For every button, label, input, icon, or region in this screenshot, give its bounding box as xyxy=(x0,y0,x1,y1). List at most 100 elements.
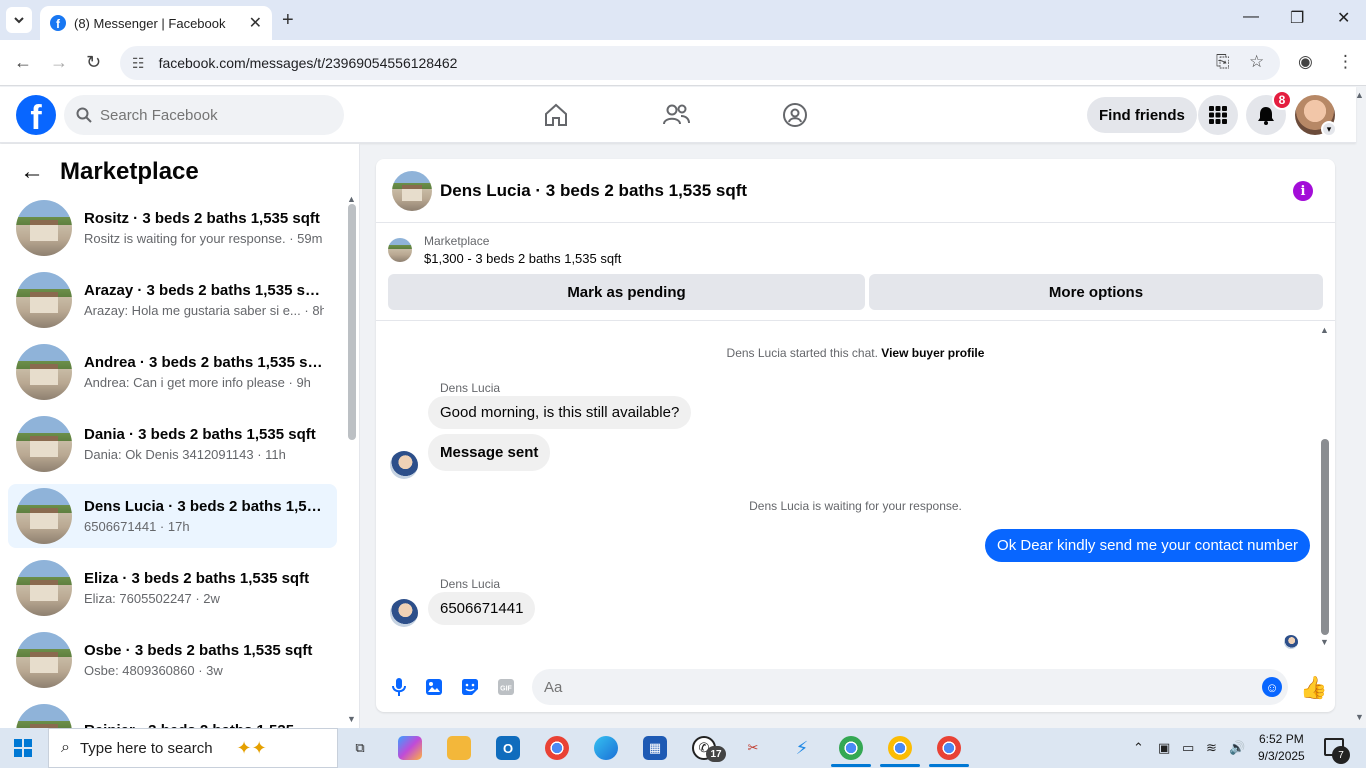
view-buyer-profile-link[interactable]: View buyer profile xyxy=(881,346,984,360)
listing-thumbnail xyxy=(16,272,72,328)
sticker-icon[interactable] xyxy=(459,676,481,698)
site-info-icon[interactable]: ☷ xyxy=(132,55,145,72)
conversation-item[interactable]: Arazay · 3 beds 2 baths 1,535 sqft Arazay… xyxy=(8,268,337,332)
chevron-down-icon xyxy=(14,17,24,24)
photo-icon[interactable] xyxy=(423,676,445,698)
taskbar-clock[interactable]: 6:52 PM 9/3/2025 xyxy=(1258,731,1305,765)
conversation-item[interactable]: Rositz · 3 beds 2 baths 1,535 sqft Rositz… xyxy=(8,196,337,260)
outgoing-message[interactable]: Ok Dear kindly send me your contact numb… xyxy=(985,529,1310,562)
page-scroll-up-icon[interactable]: ▲ xyxy=(1355,90,1364,100)
scroll-up-arrow-icon[interactable]: ▲ xyxy=(347,194,356,204)
home-nav-icon[interactable] xyxy=(540,99,572,131)
active-indicator xyxy=(831,764,871,767)
find-friends-button[interactable]: Find friends xyxy=(1087,97,1197,133)
sidebar-title: Marketplace xyxy=(60,158,199,185)
facebook-search[interactable] xyxy=(64,95,344,135)
conversation-preview: 6506671441 · 17h xyxy=(84,519,190,534)
scroll-down-arrow-icon[interactable]: ▼ xyxy=(347,714,356,724)
emoji-icon[interactable]: ☺ xyxy=(1262,677,1282,697)
chrome-profile-icon[interactable] xyxy=(888,736,912,760)
chrome-profile-icon[interactable] xyxy=(839,736,863,760)
listing-thumbnail xyxy=(16,488,72,544)
conversation-name: Osbe · 3 beds 2 baths 1,535 sqft xyxy=(84,642,313,659)
restore-icon[interactable]: ❐ xyxy=(1290,8,1304,28)
chrome-profile-icon[interactable] xyxy=(937,736,961,760)
copilot-icon[interactable] xyxy=(398,736,422,760)
edge-icon[interactable] xyxy=(594,736,618,760)
mark-as-pending-button[interactable]: Mark as pending xyxy=(388,274,865,310)
tab-search-button[interactable] xyxy=(6,7,32,33)
listing-thumbnail xyxy=(16,632,72,688)
groups-nav-icon[interactable] xyxy=(779,99,811,131)
gif-icon[interactable]: GIF xyxy=(495,676,517,698)
conversation-item[interactable]: Reinier · 3 beds 2 baths 1,535 ... xyxy=(8,700,337,730)
chat-scrollbar[interactable] xyxy=(1321,439,1329,635)
sender-avatar[interactable] xyxy=(390,451,418,479)
bookmark-star-icon[interactable]: ☆ xyxy=(1249,52,1264,72)
listing-summary[interactable]: Marketplace $1,300 - 3 beds 2 baths 1,53… xyxy=(388,234,621,266)
address-bar[interactable]: ☷ facebook.com/messages/t/23969054556128… xyxy=(120,46,1280,80)
scroll-down-arrow-icon[interactable]: ▼ xyxy=(1320,637,1329,647)
listing-thumbnail xyxy=(16,200,72,256)
conversation-item-active[interactable]: Dens Lucia · 3 beds 2 baths 1,53... 65066… xyxy=(8,484,337,548)
microphone-icon[interactable] xyxy=(388,676,410,698)
chat-title[interactable]: Dens Lucia · 3 beds 2 baths 1,535 sqft xyxy=(440,181,747,201)
incoming-message[interactable]: Good morning, is this still available? xyxy=(428,396,692,429)
power-automate-icon[interactable]: ⚡ xyxy=(790,736,814,760)
info-icon[interactable]: i xyxy=(1293,181,1313,201)
page-scroll-down-icon[interactable]: ▼ xyxy=(1355,712,1364,722)
chat-listing-avatar[interactable] xyxy=(392,170,432,211)
friends-nav-icon[interactable] xyxy=(660,99,692,131)
listing-thumbnail xyxy=(16,344,72,400)
minimize-icon[interactable]: — xyxy=(1243,8,1259,26)
windows-start-icon[interactable] xyxy=(14,739,32,757)
notification-badge: 8 xyxy=(1272,90,1292,110)
incoming-message[interactable]: 6506671441 xyxy=(428,592,536,625)
forward-arrow-icon[interactable]: → xyxy=(50,52,68,73)
meet-now-icon[interactable]: ▣ xyxy=(1158,740,1170,756)
sidebar-scrollbar[interactable] xyxy=(348,204,356,440)
close-window-icon[interactable]: ✕ xyxy=(1337,8,1350,28)
file-explorer-icon[interactable] xyxy=(447,736,471,760)
wifi-icon[interactable]: ≋ xyxy=(1206,740,1217,756)
reload-icon[interactable]: ↻ xyxy=(86,52,101,73)
chevron-up-icon[interactable]: ⌃ xyxy=(1133,740,1144,756)
thumbs-up-icon[interactable]: 👍 xyxy=(1300,675,1327,701)
account-avatar[interactable]: ▾ xyxy=(1295,95,1337,137)
task-view-icon[interactable]: ⧉ xyxy=(348,736,372,760)
url-text: facebook.com/messages/t/2396905455612846… xyxy=(158,55,458,71)
conversation-item[interactable]: Dania · 3 beds 2 baths 1,535 sqft Dania: … xyxy=(8,412,337,476)
browser-tab[interactable]: f (8) Messenger | Facebook ✕ xyxy=(40,6,272,40)
volume-icon[interactable]: 🔊 xyxy=(1229,740,1245,756)
sender-avatar[interactable] xyxy=(390,599,418,627)
conversation-item[interactable]: Andrea · 3 beds 2 baths 1,535 sqft Andrea… xyxy=(8,340,337,404)
close-tab-icon[interactable]: ✕ xyxy=(249,13,262,33)
profile-icon[interactable]: ◉ xyxy=(1298,52,1313,72)
snipping-tool-icon[interactable]: ✂ xyxy=(741,736,765,760)
message-input[interactable] xyxy=(532,669,1288,705)
battery-icon[interactable]: ▭ xyxy=(1182,740,1194,756)
back-arrow-icon[interactable]: ← xyxy=(14,52,32,73)
more-options-button[interactable]: More options xyxy=(869,274,1323,310)
new-tab-icon[interactable]: + xyxy=(282,9,294,32)
browser-menu-icon[interactable]: ⋮ xyxy=(1337,52,1354,72)
install-app-icon[interactable]: ⎘ xyxy=(1216,52,1230,72)
conversation-item[interactable]: Eliza · 3 beds 2 baths 1,535 sqft Eliza: … xyxy=(8,556,337,620)
search-input[interactable] xyxy=(100,106,320,124)
taskbar-search[interactable]: ⌕ Type here to search ✦✦ xyxy=(48,728,338,768)
scroll-up-arrow-icon[interactable]: ▲ xyxy=(1320,325,1329,335)
listing-thumbnail xyxy=(16,560,72,616)
outlook-icon[interactable]: O xyxy=(496,736,520,760)
incoming-message[interactable]: Message sent xyxy=(428,434,551,471)
microsoft-store-icon[interactable]: ▦ xyxy=(643,736,667,760)
facebook-logo-icon[interactable]: f xyxy=(16,95,56,135)
bell-icon xyxy=(1258,107,1274,125)
conversation-item[interactable]: Osbe · 3 beds 2 baths 1,535 sqft Osbe: 48… xyxy=(8,628,337,692)
conversation-preview: Rositz is waiting for your response. · 5… xyxy=(84,231,323,246)
menu-grid-button[interactable] xyxy=(1198,95,1238,135)
chrome-icon[interactable] xyxy=(545,736,569,760)
back-arrow-icon[interactable]: ← xyxy=(20,158,44,186)
conversation-name: Rositz · 3 beds 2 baths 1,535 sqft xyxy=(84,210,320,227)
sender-name: Dens Lucia xyxy=(440,577,501,591)
conversation-preview: Dania: Ok Denis 3412091143 · 11h xyxy=(84,447,286,462)
